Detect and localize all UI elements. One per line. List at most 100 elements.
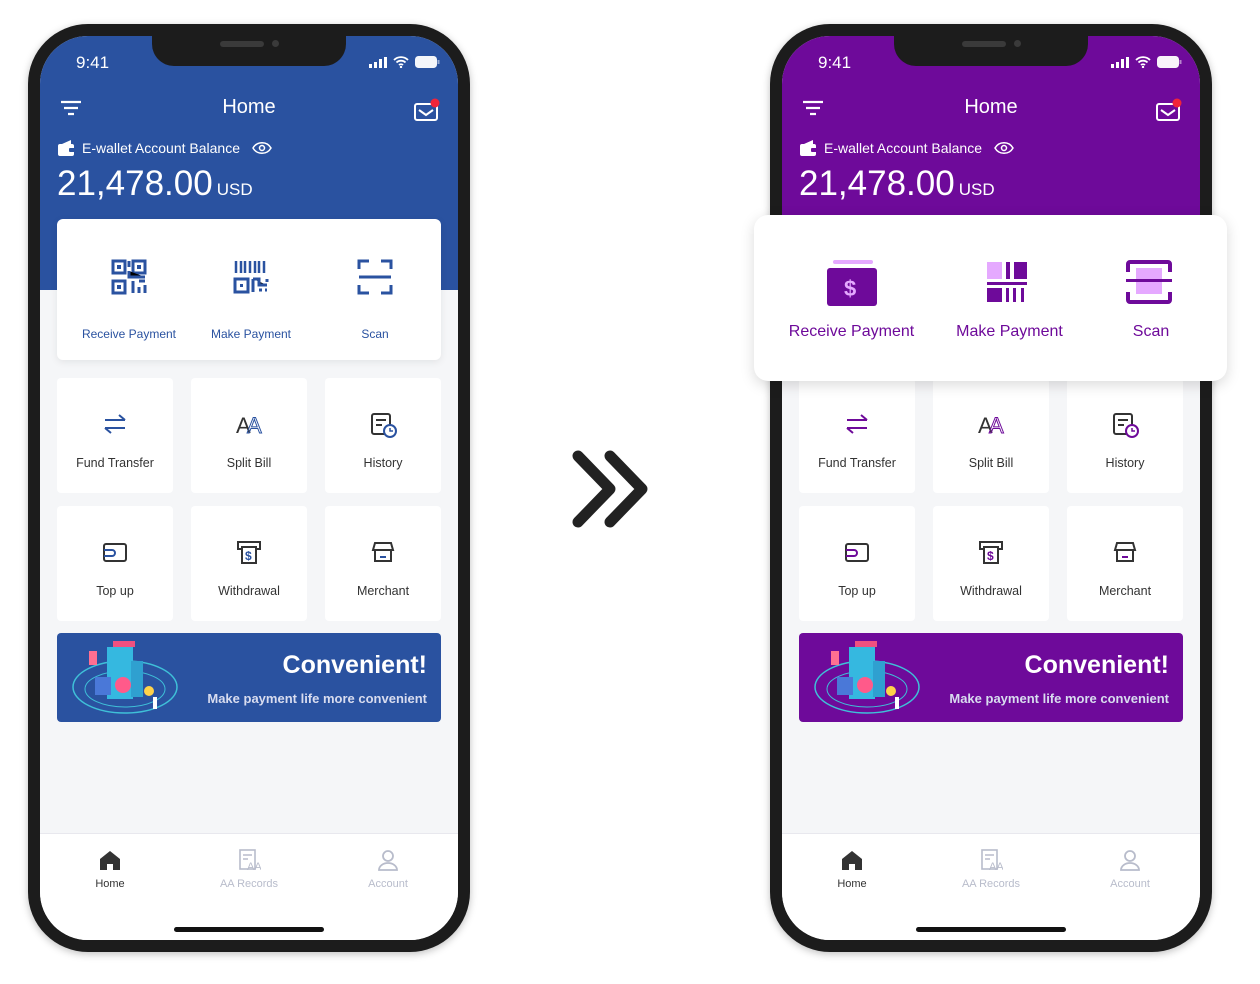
battery-icon	[415, 56, 440, 68]
service-label: Split Bill	[968, 456, 1014, 470]
svg-text:$: $	[245, 549, 252, 563]
service-withdrawal[interactable]: $ Withdrawal	[933, 506, 1049, 621]
service-split-bill[interactable]: A A Split Bill	[933, 378, 1049, 493]
wifi-icon	[1135, 56, 1151, 68]
balance-label: E-wallet Account Balance	[824, 140, 982, 156]
merchant-icon	[371, 542, 395, 562]
balance-amount: 21,478.00 USD	[57, 164, 253, 204]
home-indicator	[916, 927, 1066, 932]
page-title: Home	[964, 96, 1018, 118]
history-icon	[1113, 413, 1139, 438]
tab-label: Account	[368, 878, 408, 890]
balance-label-row: E-wallet Account Balance	[800, 140, 1014, 156]
scan-icon	[357, 259, 393, 295]
service-label: Top up	[838, 584, 876, 598]
speaker	[962, 41, 1006, 47]
notch	[894, 36, 1088, 66]
service-top-up[interactable]: Top up	[57, 506, 173, 621]
balance-label-row: E-wallet Account Balance	[58, 140, 272, 156]
account-icon	[378, 850, 398, 871]
balance-currency: USD	[958, 180, 995, 199]
tab-home[interactable]: Home	[792, 848, 912, 890]
phone-blue: 9:41 Home E-wallet Account Balance 21,47…	[28, 24, 470, 952]
service-label: History	[1105, 456, 1145, 470]
balance-label: E-wallet Account Balance	[82, 140, 240, 156]
wallet-dollar-icon: $	[826, 260, 877, 306]
banner-title: Convenient!	[1024, 651, 1169, 679]
barcode-icon	[233, 261, 269, 294]
service-fund-transfer[interactable]: Fund Transfer	[57, 378, 173, 493]
promo-banner[interactable]: Convenient! Make payment life more conve…	[799, 633, 1183, 722]
tab-aa-records[interactable]: AA AA Records	[931, 848, 1051, 890]
promo-illustration	[814, 641, 920, 714]
service-withdrawal[interactable]: $ Withdrawal	[191, 506, 307, 621]
top-up-icon	[103, 543, 127, 562]
svg-text:A: A	[989, 413, 1004, 438]
quick-action-scan[interactable]: Scan	[1106, 260, 1196, 341]
eye-icon[interactable]	[994, 141, 1014, 155]
service-history[interactable]: History	[1067, 378, 1183, 493]
signal-icon	[1111, 56, 1129, 68]
withdrawal-icon: $	[979, 541, 1003, 564]
status-time: 9:41	[76, 53, 110, 72]
balance-value: 21,478.00	[799, 164, 955, 203]
service-fund-transfer[interactable]: Fund Transfer	[799, 378, 915, 493]
balance-value: 21,478.00	[57, 164, 213, 203]
camera	[1014, 40, 1021, 47]
service-label: Merchant	[1098, 584, 1152, 598]
service-label: Fund Transfer	[818, 456, 896, 470]
quick-action-make-payment[interactable]: Make Payment	[932, 260, 1087, 341]
service-history[interactable]: History	[325, 378, 441, 493]
tab-home[interactable]: Home	[50, 848, 170, 890]
quick-action-make-payment[interactable]: Make Payment	[191, 259, 311, 341]
banner-subtitle: Make payment life more convenient	[949, 691, 1169, 706]
promo-banner[interactable]: Convenient! Make payment life more conve…	[57, 633, 441, 722]
top-up-icon	[845, 543, 869, 562]
withdrawal-icon: $	[237, 541, 261, 564]
quick-action-receive-payment[interactable]: $ Receive Payment	[774, 260, 929, 341]
service-label: Withdrawal	[218, 584, 280, 598]
tab-label: AA Records	[219, 878, 279, 890]
account-icon	[1120, 850, 1140, 871]
tab-label: Home	[95, 878, 125, 890]
tab-aa-records[interactable]: AA AA Records	[189, 848, 309, 890]
status-time: 9:41	[818, 53, 852, 72]
signal-icon	[369, 56, 387, 68]
status-icons	[369, 56, 440, 68]
page-title: Home	[222, 96, 276, 118]
notch	[152, 36, 346, 66]
quick-action-label: Make Payment	[210, 327, 292, 341]
banner-subtitle: Make payment life more convenient	[207, 691, 427, 706]
phone-purple: 9:41 Home E-wallet Account Balance 21,47…	[770, 24, 1212, 952]
quick-action-label: Make Payment	[956, 323, 1063, 340]
app-screen: 9:41 Home E-wallet Account Balance 21,47…	[40, 36, 458, 940]
svg-text:AA: AA	[247, 861, 261, 872]
service-label: Split Bill	[226, 456, 272, 470]
service-label: Merchant	[356, 584, 410, 598]
camera	[272, 40, 279, 47]
service-merchant[interactable]: Merchant	[1067, 506, 1183, 621]
merchant-icon	[1113, 542, 1137, 562]
scan-icon	[1126, 260, 1172, 304]
service-merchant[interactable]: Merchant	[325, 506, 441, 621]
svg-text:$: $	[987, 549, 994, 563]
tab-account[interactable]: Account	[1070, 848, 1190, 890]
split-bill-icon: AA	[978, 413, 1005, 439]
quick-action-scan[interactable]: Scan	[315, 259, 435, 341]
balance-currency: USD	[216, 180, 253, 199]
quick-action-receive-payment[interactable]: Receive Payment	[69, 259, 189, 341]
quick-actions-card-expanded: $ Receive Payment Make Payment Scan	[754, 215, 1227, 381]
wallet-icon	[800, 140, 818, 156]
tab-account[interactable]: Account	[328, 848, 448, 890]
speaker	[220, 41, 264, 47]
eye-icon[interactable]	[252, 141, 272, 155]
tab-label: Account	[1110, 878, 1150, 890]
service-label: History	[363, 456, 403, 470]
double-chevron-right-icon	[572, 450, 648, 528]
quick-action-label: Scan	[361, 327, 389, 341]
tab-label: AA Records	[961, 878, 1021, 890]
service-split-bill[interactable]: A A Split Bill	[191, 378, 307, 493]
service-top-up[interactable]: Top up	[799, 506, 915, 621]
home-indicator	[174, 927, 324, 932]
quick-actions-card: Receive Payment Make Payment Scan	[57, 219, 441, 360]
